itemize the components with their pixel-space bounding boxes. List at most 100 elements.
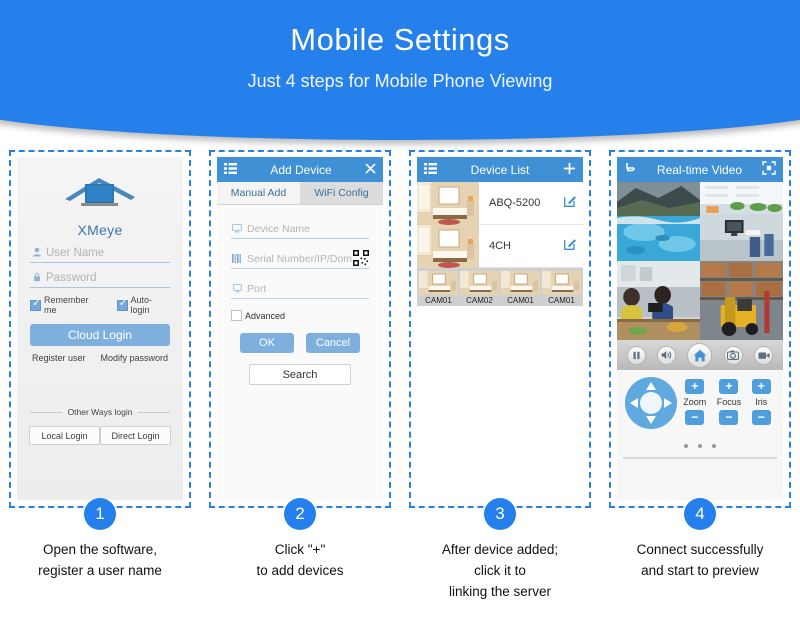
zoom-adjuster: + Zoom − [683, 379, 706, 425]
app-name-label: XMeye [77, 222, 123, 238]
ok-button[interactable]: OK [240, 333, 294, 353]
lock-icon [30, 269, 43, 287]
alt-login-buttons: Local Login Direct Login [29, 426, 171, 445]
caption-line: Connect successfully [636, 542, 764, 557]
edit-pencil-icon[interactable] [557, 194, 583, 212]
zoom-plus-button[interactable]: + [685, 379, 705, 394]
device-row[interactable]: 4CH [417, 224, 583, 268]
auto-login-checkbox[interactable] [116, 298, 129, 311]
port-placeholder: Port [247, 283, 267, 295]
ptz-control-area: + Zoom − + Focus − + Iris − [617, 370, 783, 430]
camera-thumbnail-strip: CAM01 CAM02 CAM01 CAM01 [417, 268, 583, 306]
page-indicator-dots [617, 435, 783, 453]
advanced-option-row: Advanced [231, 310, 369, 321]
realtime-video-titlebar: Real-time Video [617, 157, 783, 182]
device-list-titlebar: Device List [417, 157, 583, 182]
fullscreen-icon[interactable] [762, 161, 776, 178]
remember-me-checkbox[interactable] [30, 298, 42, 311]
add-device-titlebar: Add Device [217, 157, 383, 182]
record-button[interactable] [754, 345, 774, 365]
monitor-icon [231, 220, 243, 238]
pause-button[interactable] [626, 345, 646, 365]
volume-button[interactable] [657, 345, 677, 365]
zoom-label: Zoom [683, 397, 707, 407]
cloud-login-button[interactable]: Cloud Login [30, 324, 170, 346]
camera-cell[interactable]: CAM01 [542, 271, 581, 305]
playback-control-bar [617, 340, 783, 370]
focus-plus-button[interactable]: + [719, 379, 739, 394]
password-field[interactable]: Password [30, 269, 170, 288]
page-title: Mobile Settings [290, 22, 510, 57]
edit-pencil-icon[interactable] [557, 237, 583, 255]
focus-label: Focus [716, 397, 742, 407]
hamburger-menu-icon[interactable] [224, 162, 237, 177]
plus-icon[interactable] [563, 162, 576, 178]
other-ways-label: Other Ways login [67, 407, 133, 417]
caption-line: click it to [474, 562, 526, 578]
password-placeholder: Password [46, 272, 97, 284]
iris-adjuster: + Iris − [751, 379, 771, 425]
iris-plus-button[interactable]: + [751, 379, 771, 394]
device-thumbnail [417, 224, 479, 268]
camera-thumbnail [501, 271, 540, 295]
device-list-screen: Device List ABQ-5200 4CH CAM01 CAM02 CAM… [417, 157, 583, 500]
video-tile-office[interactable] [700, 182, 783, 261]
page-dot[interactable] [698, 444, 702, 448]
camera-cell[interactable]: CAM01 [501, 271, 540, 305]
username-field[interactable]: User Name [30, 244, 170, 263]
camera-thumbnail [419, 271, 458, 295]
video-tile-warehouse[interactable] [700, 261, 783, 340]
back-arrow-icon[interactable] [624, 162, 637, 177]
register-user-link[interactable]: Register user [32, 353, 86, 363]
qr-code-icon[interactable] [353, 250, 369, 266]
modify-password-link[interactable]: Modify password [100, 353, 168, 363]
tab-manual-add[interactable]: Manual Add [217, 182, 300, 205]
direction-pad-icon[interactable] [624, 376, 678, 430]
step-panel-1: XMeye User Name Password Remember me [0, 150, 200, 530]
device-name-field[interactable]: Device Name [231, 220, 369, 239]
other-ways-divider: Other Ways login [30, 407, 170, 417]
camera-label: CAM01 [507, 296, 534, 305]
zoom-minus-button[interactable]: − [685, 410, 705, 425]
xmeye-logo-block: XMeye [17, 157, 183, 238]
port-field[interactable]: Port [231, 280, 369, 299]
add-device-screen: Add Device Manual Add WiFi Config Device… [217, 157, 383, 500]
caption-line: Click "+" [274, 542, 326, 557]
device-list-title: Device List [470, 162, 530, 177]
hamburger-menu-icon[interactable] [424, 162, 437, 177]
adjuster-group: + Zoom − + Focus − + Iris − [678, 376, 776, 425]
snapshot-button[interactable] [723, 345, 743, 365]
close-icon[interactable] [365, 162, 376, 177]
page-header: Mobile Settings Just 4 steps for Mobile … [0, 0, 800, 140]
home-button[interactable] [687, 342, 713, 368]
step-badge-3: 3 [484, 498, 516, 530]
device-thumbnail [417, 181, 479, 225]
step-panel-4: Real-time Video + Zoom − + Focus − + Iri… [600, 150, 800, 530]
focus-minus-button[interactable]: − [719, 410, 739, 425]
camera-label: CAM01 [548, 296, 575, 305]
serial-number-placeholder: Serial Number/IP/Dom [247, 253, 353, 265]
serial-number-field[interactable]: Serial Number/IP/Dom [231, 250, 369, 269]
iris-minus-button[interactable]: − [751, 410, 771, 425]
divider-line-right [138, 411, 170, 413]
advanced-checkbox[interactable] [231, 310, 242, 321]
search-button[interactable]: Search [249, 364, 351, 385]
tab-wifi-config[interactable]: WiFi Config [300, 182, 383, 205]
step-caption-4: Connect successfully and start to previe… [600, 540, 800, 603]
caption-line: register a user name [38, 562, 162, 578]
camera-cell[interactable]: CAM02 [460, 271, 499, 305]
device-row[interactable]: ABQ-5200 [417, 181, 583, 225]
page-dot[interactable] [683, 444, 688, 448]
camera-cell[interactable]: CAM01 [419, 271, 458, 305]
add-device-title: Add Device [270, 162, 332, 177]
local-login-button[interactable]: Local Login [29, 426, 100, 445]
auto-login-label: Auto-login [130, 295, 153, 315]
device-name-label: 4CH [489, 240, 512, 252]
page-dot[interactable] [712, 444, 717, 448]
cancel-button[interactable]: Cancel [306, 333, 360, 353]
captions-row: Open the software, register a user name … [0, 540, 800, 603]
video-tile-pool[interactable] [617, 182, 700, 261]
video-tile-store[interactable] [617, 261, 700, 340]
direct-login-button[interactable]: Direct Login [100, 426, 171, 445]
device-name-placeholder: Device Name [247, 223, 311, 235]
